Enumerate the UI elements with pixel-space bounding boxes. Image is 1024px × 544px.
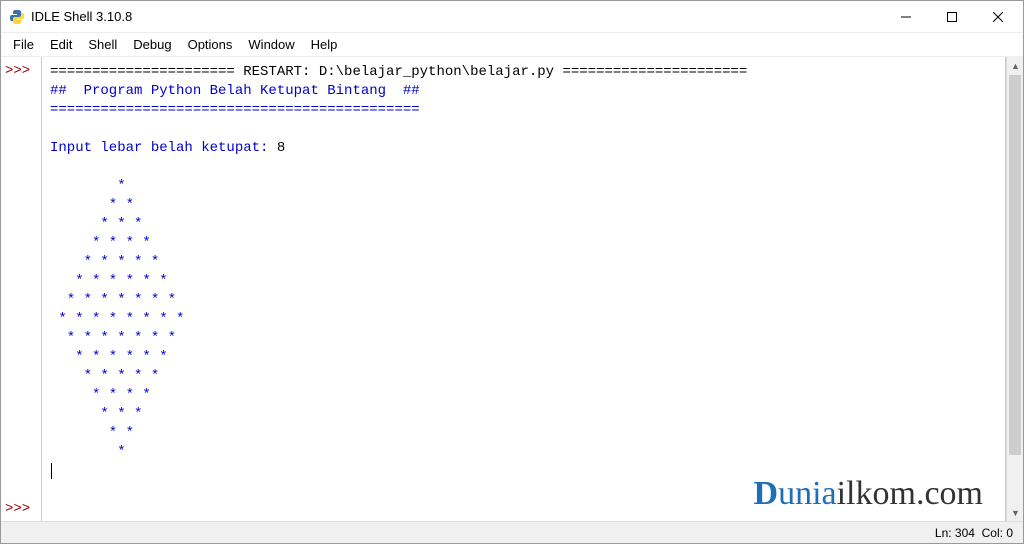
ln-value: 304 [955,526,975,540]
pattern-row: * * * * * [50,368,168,384]
pattern-row: * [50,178,134,194]
col-value: 0 [1006,526,1013,540]
pattern-row: * * * * [50,235,159,251]
col-label: Col: [982,526,1003,540]
menu-options[interactable]: Options [180,35,241,54]
menu-window[interactable]: Window [240,35,302,54]
pattern-row: * [50,444,134,460]
pattern-row: * * * [50,406,151,422]
statusbar: Ln: 304 Col: 0 [1,521,1023,543]
pattern-row: * * * * * * * * [50,311,193,327]
ln-label: Ln: [935,526,952,540]
pattern-row: * * * * * * [50,349,176,365]
input-prompt: Input lebar belah ketupat: [50,140,277,156]
scroll-thumb[interactable] [1009,75,1021,455]
menu-file[interactable]: File [5,35,42,54]
scroll-up-icon[interactable]: ▲ [1007,57,1024,74]
prompt-top: >>> [5,63,37,79]
menu-help[interactable]: Help [303,35,346,54]
window-title: IDLE Shell 3.10.8 [31,9,132,24]
minimize-button[interactable] [883,1,929,33]
pattern-row: * * * * [50,387,159,403]
shell-output[interactable]: ====================== RESTART: D:\belaj… [41,57,1006,521]
input-value: 8 [277,140,285,156]
titlebar: IDLE Shell 3.10.8 [1,1,1023,33]
menu-edit[interactable]: Edit [42,35,80,54]
header-divider: ========================================… [50,102,420,118]
pattern-row: * * [50,425,142,441]
editor-area: >>> >>> ====================== RESTART: … [1,57,1023,521]
header-title: ## Program Python Belah Ketupat Bintang … [50,83,420,99]
pattern-row: * * * * * * [50,273,176,289]
pattern-row: * * * [50,216,151,232]
close-button[interactable] [975,1,1021,33]
python-icon [9,9,25,25]
pattern-row: * * * * * * * [50,330,184,346]
pattern-row: * * * * * * * [50,292,184,308]
menu-shell[interactable]: Shell [80,35,125,54]
restart-line: ====================== RESTART: D:\belaj… [50,64,747,80]
vertical-scrollbar[interactable]: ▲ ▼ [1006,57,1023,521]
pattern-row: * * [50,197,142,213]
prompt-gutter: >>> >>> [1,57,41,521]
prompt-bottom: >>> [5,501,37,517]
pattern-row: * * * * * [50,254,168,270]
menubar: File Edit Shell Debug Options Window Hel… [1,33,1023,57]
menu-debug[interactable]: Debug [125,35,179,54]
maximize-button[interactable] [929,1,975,33]
text-cursor [51,463,52,479]
scroll-down-icon[interactable]: ▼ [1007,504,1024,521]
